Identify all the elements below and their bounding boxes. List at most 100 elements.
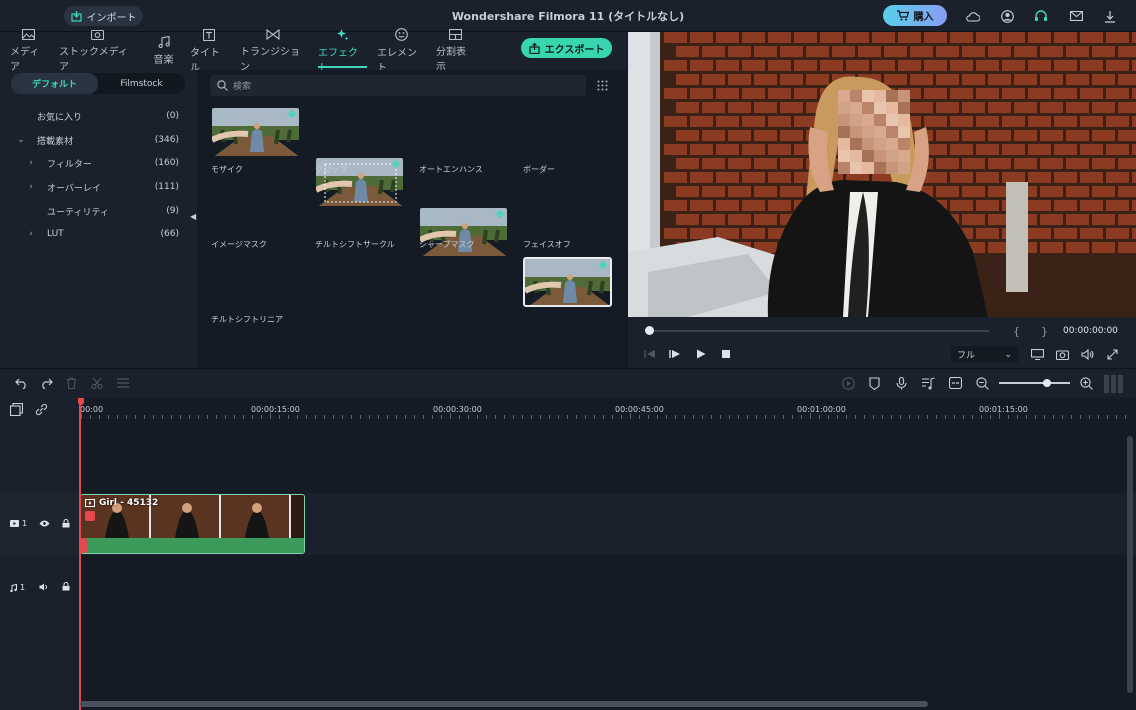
mark-in-button[interactable]: { — [1013, 325, 1020, 338]
vertical-scrollbar[interactable] — [1127, 436, 1133, 693]
tab-music[interactable]: 音楽 — [151, 32, 176, 70]
cut-icon[interactable] — [91, 377, 103, 389]
quality-select[interactable]: フル ⌄ — [951, 346, 1018, 363]
tab-title[interactable]: タイトル — [190, 28, 228, 74]
tab-transition[interactable]: トランジション — [240, 29, 306, 73]
brick — [1092, 46, 1115, 57]
tree-item-lut[interactable]: › LUT (66) — [0, 224, 197, 244]
mosaic-block — [886, 126, 898, 138]
mosaic-block — [898, 102, 910, 114]
redo-icon[interactable] — [40, 378, 53, 389]
brick — [754, 158, 777, 169]
zoom-slider[interactable] — [999, 382, 1070, 384]
tree-item-builtin[interactable]: ⌄ 搭載素材 (346) — [0, 130, 197, 150]
playhead[interactable] — [79, 398, 81, 710]
delete-icon[interactable] — [66, 377, 77, 389]
add-track-icon[interactable] — [10, 403, 23, 416]
ruler-tick — [990, 415, 991, 419]
lock-icon[interactable] — [62, 582, 70, 591]
next-frame-icon[interactable] — [669, 349, 681, 359]
video-preview[interactable] — [628, 32, 1136, 317]
snapshot-icon[interactable] — [1056, 349, 1069, 360]
grid-view-icon[interactable] — [597, 80, 608, 91]
fullscreen-icon[interactable] — [1107, 349, 1118, 360]
list-icon[interactable] — [117, 378, 129, 388]
render-preview-icon[interactable] — [842, 377, 855, 390]
tab-media[interactable]: メディア — [10, 29, 47, 73]
brick — [754, 186, 777, 197]
horizontal-scrollbar[interactable] — [80, 701, 928, 707]
subtitle-icon[interactable] — [949, 377, 962, 389]
effect-thumbnail[interactable] — [211, 107, 300, 157]
stop-icon[interactable] — [722, 350, 730, 358]
playback-progress-track[interactable] — [649, 330, 989, 332]
zoom-slider-knob[interactable] — [1042, 379, 1051, 387]
cloud-icon[interactable] — [963, 7, 981, 25]
mail-icon[interactable] — [1067, 7, 1085, 25]
effect-label: ボーダー — [523, 165, 555, 174]
tree-item-utility[interactable]: ユーティリティ (9) — [0, 201, 197, 221]
microphone-icon[interactable] — [896, 377, 907, 390]
support-icon[interactable] — [1032, 7, 1050, 25]
mosaic-block — [850, 114, 862, 126]
brick — [962, 186, 985, 197]
export-button[interactable]: エクスポート — [521, 38, 612, 58]
effect-thumbnail[interactable] — [523, 257, 612, 307]
video-clip[interactable]: Girl - 45132 — [80, 494, 305, 554]
tree-item-overlay[interactable]: › オーバーレイ (111) — [0, 177, 197, 197]
undo-icon[interactable] — [15, 378, 28, 389]
media-icon — [22, 29, 35, 40]
lock-icon[interactable] — [62, 519, 70, 528]
ruler-tick — [1107, 415, 1108, 419]
ruler-tick — [117, 415, 118, 419]
audio-mixer-icon[interactable] — [922, 377, 935, 390]
speaker-icon[interactable] — [39, 583, 49, 591]
chevron-right-icon[interactable]: › — [26, 182, 36, 192]
brick — [664, 32, 687, 43]
download-icon[interactable] — [1101, 7, 1119, 25]
brick — [742, 172, 765, 183]
collapse-sidebar-icon[interactable]: ◀ — [190, 212, 196, 221]
account-icon[interactable] — [998, 7, 1016, 25]
link-icon[interactable] — [35, 403, 48, 416]
tree-item-filter[interactable]: › フィルター (160) — [0, 153, 197, 173]
play-icon[interactable] — [696, 349, 706, 359]
playback-progress-knob[interactable] — [645, 326, 654, 335]
chevron-right-icon[interactable]: › — [26, 229, 36, 239]
zoom-out-icon[interactable] — [976, 377, 989, 390]
search-input[interactable]: 検索 — [210, 75, 586, 96]
audio-track-number: 1 — [20, 583, 26, 592]
segment-default[interactable]: デフォルト — [11, 73, 98, 94]
tab-effects[interactable]: エフェクト — [318, 29, 367, 74]
playhead-handle[interactable] — [78, 398, 84, 405]
chevron-down-icon[interactable]: ⌄ — [16, 135, 26, 145]
volume-icon[interactable] — [1081, 349, 1094, 360]
tree-item-favorites[interactable]: お気に入り (0) — [0, 106, 197, 126]
clip-frame-divider — [219, 495, 221, 538]
tab-element[interactable]: エレメント — [377, 28, 426, 74]
brick — [1118, 214, 1136, 225]
ruler-tick — [639, 415, 640, 419]
chevron-right-icon[interactable]: › — [26, 158, 36, 168]
brick — [884, 46, 907, 57]
brick — [950, 88, 973, 99]
brick — [742, 228, 765, 239]
timeline-ruler[interactable]: 00:00 00:00:15:00 00:00:30:00 00:00:45:00 00… — [79, 398, 1136, 423]
tab-stock-media[interactable]: ストックメディア — [59, 29, 136, 73]
previous-frame-icon[interactable] — [644, 349, 656, 359]
export-label: エクスポート — [544, 44, 605, 56]
brick — [898, 60, 921, 71]
mosaic-block — [898, 138, 910, 150]
buy-button[interactable]: 購入 — [883, 5, 947, 26]
tab-split-screen[interactable]: 分割表示 — [436, 29, 475, 73]
monitor-icon[interactable] — [1031, 349, 1044, 360]
timeline-tracks — [79, 423, 1136, 710]
zoom-in-icon[interactable] — [1080, 377, 1093, 390]
mark-out-button[interactable]: } — [1041, 325, 1048, 338]
timeline-settings-icon[interactable] — [1104, 375, 1123, 393]
eye-icon[interactable] — [39, 520, 50, 527]
mosaic-block — [862, 102, 874, 114]
brick — [820, 60, 843, 71]
marker-icon[interactable] — [869, 377, 880, 390]
segment-filmstock[interactable]: Filmstock — [98, 73, 185, 94]
